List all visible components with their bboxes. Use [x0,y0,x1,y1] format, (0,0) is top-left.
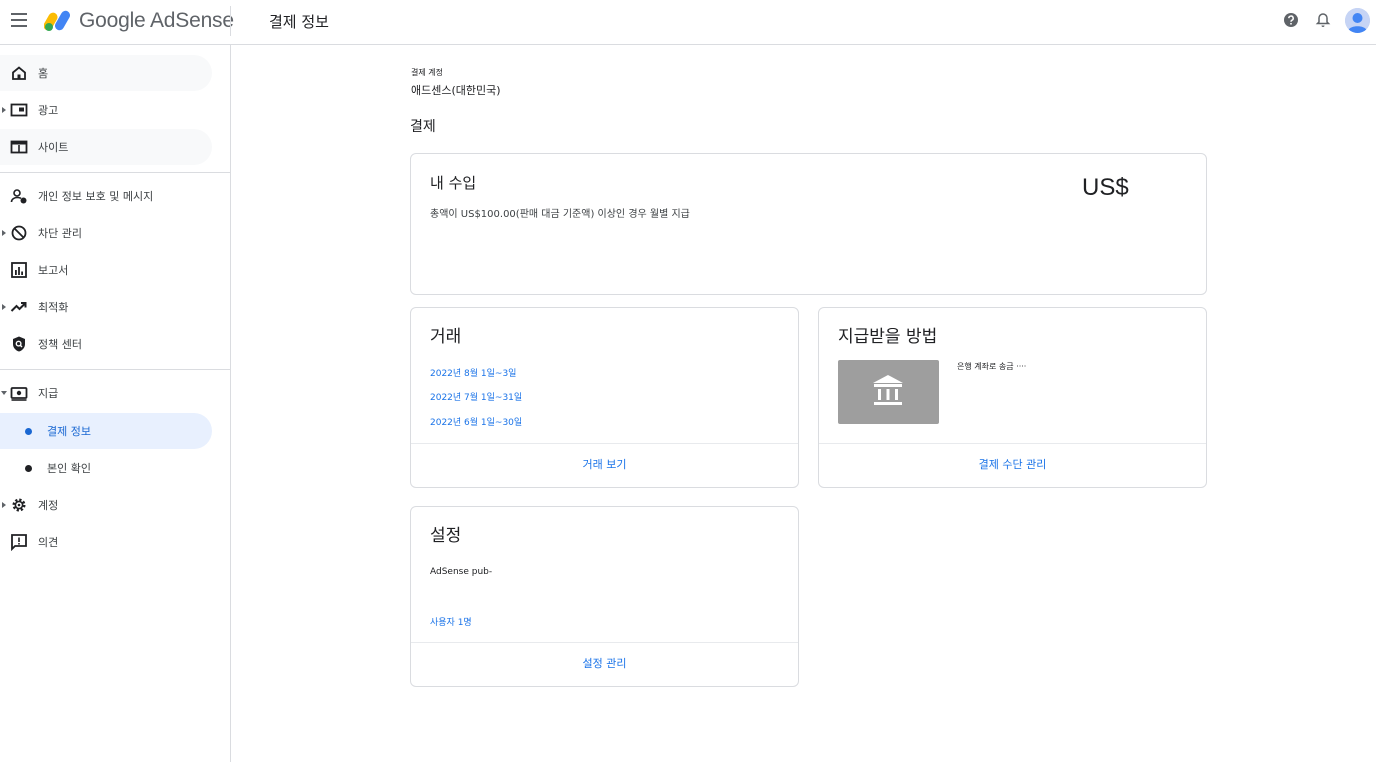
sidebar-item-feedback[interactable]: 의견 [0,524,212,560]
sidebar-item-label: 최적화 [38,301,69,314]
sidebar-item-label: 개인 정보 보호 및 메시지 [38,190,154,203]
block-icon [11,225,27,241]
sidebar-item-label: 지급 [38,387,59,400]
payment-method-title: 지급받을 방법 [838,327,938,347]
sidebar-item-label: 결제 정보 [47,425,91,438]
bank-image [838,360,939,424]
manage-settings-button[interactable]: 설정 관리 [411,642,798,686]
adsense-logo-icon [44,10,70,31]
transaction-period-link[interactable]: 2022년 6월 1일~30일 [430,415,522,428]
sidebar-item-label: 사이트 [38,141,69,154]
sidebar-divider [0,172,231,173]
users-link[interactable]: 사용자 1명 [430,615,472,628]
expand-arrow-icon [2,230,6,236]
expand-arrow-icon [2,107,6,113]
transaction-period-link[interactable]: 2022년 7월 1일~31일 [430,390,522,403]
transactions-card: 거래 2022년 8월 1일~3일 2022년 7월 1일~31일 2022년 … [410,307,799,488]
sidebar-item-label: 정책 센터 [38,338,82,351]
earnings-description: 총액이 US$100.00(판매 대금 기준액) 이상인 경우 월별 지급 [430,209,690,220]
sidebar-item-label: 보고서 [38,264,69,277]
sidebar-item-payments-info[interactable]: 결제 정보 [0,413,212,449]
sidebar-item-label: 홈 [38,67,49,80]
sidebar-item-reports[interactable]: 보고서 [0,252,212,288]
page-title: 결제 정보 [269,13,329,31]
logo-text: Google AdSense [79,9,234,32]
sidebar-item-optimization[interactable]: 최적화 [0,289,212,325]
transactions-title: 거래 [430,327,462,347]
collapse-arrow-icon [1,391,7,395]
settings-card: 설정 AdSense pub- 사용자 1명 설정 관리 [410,506,799,687]
sidebar-item-ads[interactable]: 광고 [0,92,212,128]
view-transactions-button[interactable]: 거래 보기 [411,443,798,487]
sidebar-item-sites[interactable]: 사이트 [0,129,212,165]
payment-account-label: 결제 계정 [411,68,443,77]
manage-payment-methods-button[interactable]: 결제 수단 관리 [819,443,1206,487]
trending-up-icon [10,302,27,312]
payment-account-name: 애드센스(대한민국) [411,84,501,97]
earnings-amount: US$ [1082,174,1129,201]
sidebar-item-home[interactable]: 홈 [0,55,212,91]
sidebar-item-label: 의견 [38,536,59,549]
sidebar-divider [0,369,231,370]
privacy-person-icon [10,189,27,204]
bank-icon [873,375,903,405]
help-icon[interactable] [1282,11,1300,29]
section-title: 결제 [410,119,436,135]
sidebar-item-account[interactable]: 계정 [0,487,212,523]
payments-icon [10,387,28,401]
home-icon [12,66,26,80]
header-divider [230,6,231,36]
payment-method-text: 은행 계좌로 송금 ···· [957,362,1027,371]
policy-shield-icon [13,336,25,352]
sidebar-item-label: 계정 [38,499,59,512]
ads-icon [10,103,28,117]
sidebar-item-policy-center[interactable]: 정책 센터 [0,326,212,362]
bullet-icon [25,465,32,472]
sidebar-item-verification[interactable]: 본인 확인 [0,450,212,486]
settings-title: 설정 [430,526,462,546]
earnings-card: 내 수입 총액이 US$100.00(판매 대금 기준액) 이상인 경우 월별 … [410,153,1207,295]
bell-icon[interactable] [1314,11,1332,29]
feedback-icon [11,534,27,551]
sidebar-item-label: 본인 확인 [47,462,91,475]
reports-icon [11,262,27,278]
publisher-id-text: AdSense pub- [430,567,493,577]
expand-arrow-icon [2,502,6,508]
gear-icon [12,498,26,512]
account-icon [1345,8,1370,33]
sidebar-item-label: 광고 [38,104,59,117]
sidebar: 홈 광고 사이트 개인 정보 보호 및 메시지 차단 관리 보고서 최적화 정책… [0,45,231,762]
payment-method-card: 지급받을 방법 은행 계좌로 송금 ···· 결제 수단 관리 [818,307,1207,488]
expand-arrow-icon [2,304,6,310]
transaction-period-link[interactable]: 2022년 8월 1일~3일 [430,366,516,379]
earnings-title: 내 수입 [430,174,477,192]
top-app-bar: Google AdSense 결제 정보 [0,0,1376,45]
sidebar-item-payments[interactable]: 지급 [0,375,212,411]
bullet-icon [25,428,32,435]
sidebar-item-blocking-controls[interactable]: 차단 관리 [0,215,212,251]
menu-icon[interactable] [11,13,27,27]
avatar[interactable] [1345,8,1370,33]
sidebar-item-label: 차단 관리 [38,227,82,240]
sites-icon [10,140,28,154]
sidebar-item-privacy-messaging[interactable]: 개인 정보 보호 및 메시지 [0,178,212,214]
